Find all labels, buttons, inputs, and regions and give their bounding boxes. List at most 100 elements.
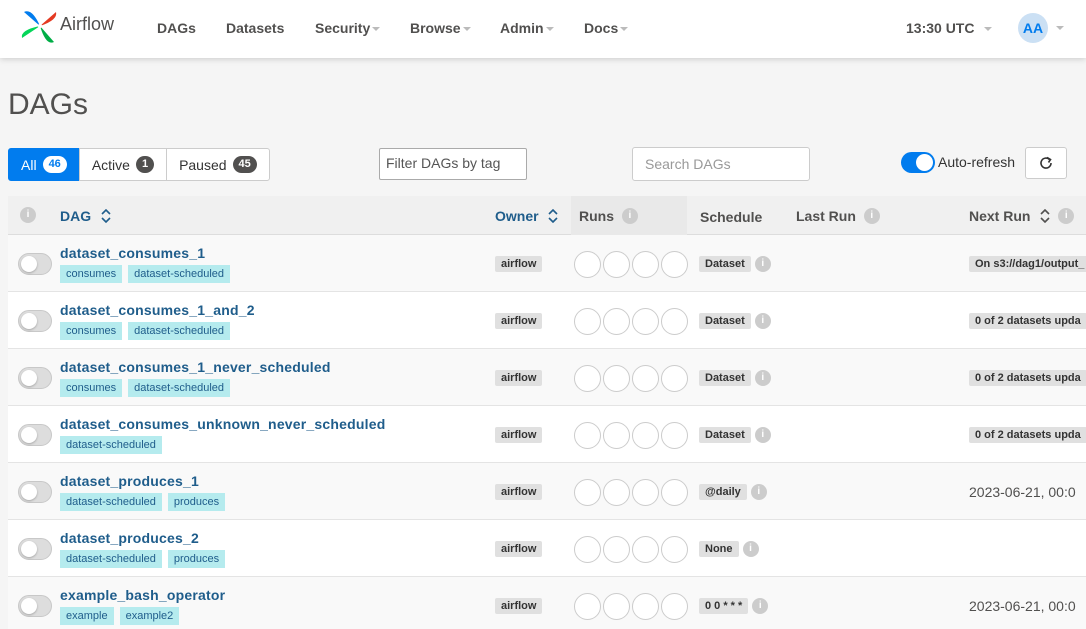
run-status-circle[interactable] xyxy=(574,365,601,392)
dag-tag[interactable]: dataset-scheduled xyxy=(128,322,231,340)
nav-datasets[interactable]: Datasets xyxy=(226,20,284,36)
run-status-circle[interactable] xyxy=(574,593,601,620)
dag-tag[interactable]: produces xyxy=(167,550,226,568)
run-status-circle[interactable] xyxy=(574,251,601,278)
run-status-circle[interactable] xyxy=(603,251,630,278)
owner-badge[interactable]: airflow xyxy=(495,256,543,272)
run-status-circle[interactable] xyxy=(632,479,659,506)
dag-link[interactable]: example_bash_operator xyxy=(60,587,225,603)
owner-badge[interactable]: airflow xyxy=(495,370,543,386)
run-status-circle[interactable] xyxy=(632,536,659,563)
filter-all-button[interactable]: All 46 xyxy=(8,148,80,181)
run-status-circle[interactable] xyxy=(574,479,601,506)
clock-timezone-menu[interactable]: 13:30 UTC xyxy=(906,20,993,36)
dag-link[interactable]: dataset_produces_2 xyxy=(60,530,199,546)
nav-docs[interactable]: Docs xyxy=(584,20,629,36)
user-avatar[interactable]: AA xyxy=(1018,13,1048,43)
dag-tag[interactable]: produces xyxy=(167,493,226,511)
run-status-circle[interactable] xyxy=(632,593,659,620)
nav-security[interactable]: Security xyxy=(315,20,381,36)
dag-tag[interactable]: dataset-scheduled xyxy=(60,550,162,568)
run-status-circle[interactable] xyxy=(661,536,688,563)
run-status-circle[interactable] xyxy=(632,422,659,449)
nav-browse[interactable]: Browse xyxy=(410,20,471,36)
info-icon[interactable]: i xyxy=(752,598,769,614)
owner-badge[interactable]: airflow xyxy=(495,541,543,557)
run-status-circle[interactable] xyxy=(574,536,601,563)
dag-link[interactable]: dataset_consumes_1 xyxy=(60,245,205,261)
dag-tag[interactable]: dataset-scheduled xyxy=(128,379,231,397)
auto-refresh-toggle[interactable] xyxy=(901,152,935,173)
dag-tag[interactable]: example2 xyxy=(119,607,180,625)
dag-link[interactable]: dataset_consumes_1_and_2 xyxy=(60,302,255,318)
owner-badge[interactable]: airflow xyxy=(495,598,543,614)
dag-link[interactable]: dataset_consumes_unknown_never_scheduled xyxy=(60,416,385,432)
info-icon[interactable]: i xyxy=(754,313,771,329)
run-status-circle[interactable] xyxy=(632,308,659,335)
dag-tag[interactable]: dataset-scheduled xyxy=(128,265,231,283)
run-status-circle[interactable] xyxy=(574,422,601,449)
dag-tag[interactable]: consumes xyxy=(60,379,123,397)
owner-badge[interactable]: airflow xyxy=(495,484,543,500)
run-status-circle[interactable] xyxy=(661,308,688,335)
next-run-badge[interactable]: On s3://dag1/output_ xyxy=(969,256,1086,272)
search-dags-input[interactable] xyxy=(632,147,810,181)
brand-link[interactable]: Airflow xyxy=(18,4,114,48)
info-icon[interactable]: i xyxy=(750,484,767,500)
run-status-circle[interactable] xyxy=(632,251,659,278)
header-dag[interactable]: DAG xyxy=(60,208,111,224)
dag-pause-toggle[interactable] xyxy=(18,310,52,332)
run-status-circle[interactable] xyxy=(661,593,688,620)
info-icon[interactable]: i xyxy=(621,207,638,224)
dag-pause-toggle[interactable] xyxy=(18,424,52,446)
run-status-circle[interactable] xyxy=(661,479,688,506)
run-status-circle[interactable] xyxy=(574,308,601,335)
run-status-circle[interactable] xyxy=(603,365,630,392)
owner-badge[interactable]: airflow xyxy=(495,313,543,329)
next-run-badge[interactable]: 0 of 2 datasets upda xyxy=(969,427,1086,443)
info-icon[interactable]: i xyxy=(863,207,880,224)
refresh-button[interactable] xyxy=(1025,147,1067,179)
info-icon[interactable]: i xyxy=(742,541,759,557)
run-status-circle[interactable] xyxy=(603,593,630,620)
caret-down-icon[interactable] xyxy=(1056,26,1064,30)
nav-dags[interactable]: DAGs xyxy=(157,20,196,36)
filter-active-button[interactable]: Active 1 xyxy=(78,148,168,181)
owner-badge[interactable]: airflow xyxy=(495,427,543,443)
run-status-circle[interactable] xyxy=(661,251,688,278)
brand-name: Airflow xyxy=(60,13,115,34)
header-next-run[interactable]: Next Run i xyxy=(969,207,1075,224)
run-status-circle[interactable] xyxy=(603,479,630,506)
info-icon[interactable]: i xyxy=(754,370,771,386)
run-status-circle[interactable] xyxy=(603,536,630,563)
info-icon[interactable]: i xyxy=(754,427,771,443)
dag-tag[interactable]: dataset-scheduled xyxy=(60,493,162,511)
nav-admin[interactable]: Admin xyxy=(500,20,554,36)
next-run-badge[interactable]: 0 of 2 datasets upda xyxy=(969,313,1086,329)
run-status-circle[interactable] xyxy=(661,422,688,449)
next-run-badge[interactable]: 0 of 2 datasets upda xyxy=(969,370,1086,386)
dag-link[interactable]: dataset_produces_1 xyxy=(60,473,199,489)
dag-pause-toggle[interactable] xyxy=(18,253,52,275)
header-owner[interactable]: Owner xyxy=(495,208,559,224)
dag-pause-toggle[interactable] xyxy=(18,481,52,503)
dag-pause-toggle[interactable] xyxy=(18,367,52,389)
run-status-circle[interactable] xyxy=(632,365,659,392)
info-icon[interactable]: i xyxy=(20,207,36,223)
dag-tag[interactable]: consumes xyxy=(60,322,123,340)
run-status-circle[interactable] xyxy=(603,308,630,335)
tag-filter-select[interactable]: Filter DAGs by tag xyxy=(379,148,527,180)
run-status-circle[interactable] xyxy=(661,365,688,392)
dag-tag[interactable]: consumes xyxy=(60,265,123,283)
dag-tag[interactable]: example xyxy=(60,607,114,625)
dag-pause-toggle[interactable] xyxy=(18,538,52,560)
table-row: dataset_consumes_1 consumes dataset-schedu… xyxy=(8,235,1086,292)
dag-pause-toggle[interactable] xyxy=(18,595,52,617)
info-icon[interactable]: i xyxy=(754,256,771,272)
dag-link[interactable]: dataset_consumes_1_never_scheduled xyxy=(60,359,331,375)
info-icon[interactable]: i xyxy=(1058,207,1075,224)
dag-tag[interactable]: dataset-scheduled xyxy=(60,436,162,454)
run-status-circle[interactable] xyxy=(603,422,630,449)
filter-paused-button[interactable]: Paused 45 xyxy=(166,148,270,181)
filter-label: Paused xyxy=(179,156,227,173)
